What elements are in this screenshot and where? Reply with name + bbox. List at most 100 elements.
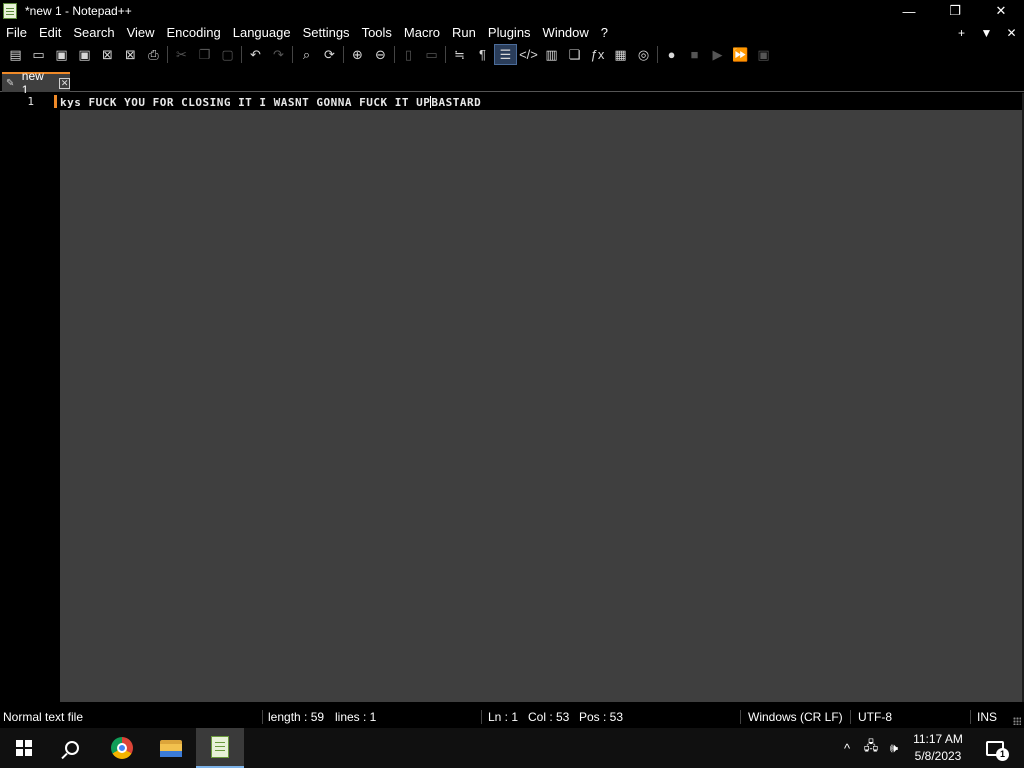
editor-area[interactable]: 1 kys FUCK YOU FOR CLOSING IT I WASNT GO… — [0, 93, 1024, 702]
menu-view[interactable]: View — [121, 22, 161, 43]
menu-edit[interactable]: Edit — [33, 22, 67, 43]
menu-tools[interactable]: Tools — [356, 22, 398, 43]
menu-window[interactable]: Window — [537, 22, 595, 43]
new-tab-icon[interactable]: + — [949, 26, 974, 40]
save-icon[interactable]: ▣ — [50, 44, 73, 65]
restore-button[interactable]: ❐ — [932, 0, 978, 22]
close-window-button[interactable]: ✕ — [978, 0, 1024, 22]
redo-icon[interactable]: ↷ — [267, 44, 290, 65]
taskbar-chrome[interactable] — [98, 728, 146, 768]
cut-icon[interactable]: ✂ — [170, 44, 193, 65]
status-separator — [970, 710, 971, 724]
toolbar-separator — [394, 46, 395, 63]
show-all-chars-icon[interactable]: ¶ — [471, 44, 494, 65]
status-separator — [262, 710, 263, 724]
macro-run-multiple-icon[interactable]: ⏩ — [729, 44, 752, 65]
folder-as-workspace-icon[interactable]: ▦ — [609, 44, 632, 65]
status-encoding[interactable]: UTF-8 — [858, 706, 892, 728]
macro-record-icon[interactable]: ● — [660, 44, 683, 65]
menu-settings[interactable]: Settings — [297, 22, 356, 43]
status-file-type: Normal text file — [3, 710, 84, 724]
replace-icon[interactable]: ⟳ — [318, 44, 341, 65]
tab-new-1[interactable]: ✎ new 1 ✕ — [2, 69, 70, 97]
menu-bar: File Edit Search View Encoding Language … — [0, 22, 1024, 43]
paste-icon[interactable]: ▢ — [216, 44, 239, 65]
taskbar-file-explorer[interactable] — [147, 728, 195, 768]
menu-macro[interactable]: Macro — [398, 22, 446, 43]
tray-chevron-icon[interactable]: ^ — [838, 728, 856, 768]
toolbar-separator — [445, 46, 446, 63]
taskbar: ^ 🖧 🕪 11:17 AM 5/8/2023 1 — [0, 728, 1024, 768]
resize-grip[interactable] — [1013, 717, 1021, 725]
undo-icon[interactable]: ↶ — [244, 44, 267, 65]
text-after-caret: BASTARD — [431, 96, 482, 109]
taskbar-clock[interactable]: 11:17 AM 5/8/2023 — [906, 731, 970, 765]
menu-encoding[interactable]: Encoding — [161, 22, 227, 43]
taskbar-search-button[interactable] — [48, 728, 96, 768]
tab-close-icon[interactable]: ✕ — [59, 77, 70, 89]
macro-stop-icon[interactable]: ■ — [683, 44, 706, 65]
open-file-icon[interactable]: ▭ — [27, 44, 50, 65]
minimize-button[interactable]: — — [886, 0, 932, 22]
word-wrap-icon[interactable]: ≒ — [448, 44, 471, 65]
macro-play-icon[interactable]: ▶ — [706, 44, 729, 65]
sync-vertical-icon[interactable]: ▯ — [397, 44, 420, 65]
sync-horizontal-icon[interactable]: ▭ — [420, 44, 443, 65]
macro-save-icon[interactable]: ▣ — [752, 44, 775, 65]
title-bar[interactable]: *new 1 - Notepad++ — ❐ ✕ — [0, 0, 1024, 22]
notepadpp-icon — [211, 736, 229, 758]
indent-guide-icon[interactable]: ☰ — [494, 44, 517, 65]
save-all-icon[interactable]: ▣ — [73, 44, 96, 65]
line-number-gutter[interactable]: 1 — [0, 93, 54, 702]
toolbar: ▤ ▭ ▣ ▣ ⊠ ⊠ ⎙ ✂ ❐ ▢ ↶ ↷ ⌕ ⟳ ⊕ ⊖ ▯ ▭ ≒ ¶ ☰ </> ▥ ❏ ƒx ▦ ◎ ● ■ ▶ ⏩ ▣ — [0, 43, 1024, 66]
print-icon[interactable]: ⎙ — [142, 44, 165, 65]
function-list-icon[interactable]: ƒx — [586, 44, 609, 65]
text-line-1[interactable]: kys FUCK YOU FOR CLOSING IT I WASNT GONN… — [60, 96, 481, 109]
document-map-icon[interactable]: ▥ — [540, 44, 563, 65]
notepadpp-icon — [3, 3, 17, 19]
toolbar-separator — [657, 46, 658, 63]
change-history-marker — [54, 95, 57, 108]
menu-run[interactable]: Run — [446, 22, 482, 43]
clock-date: 5/8/2023 — [914, 749, 962, 763]
menu-file[interactable]: File — [0, 22, 33, 43]
status-col: Col : 53 — [528, 710, 570, 724]
taskbar-notepadpp[interactable] — [196, 728, 244, 768]
window-controls: — ❐ ✕ — [886, 0, 1024, 22]
toolbar-separator — [167, 46, 168, 63]
language-icon[interactable]: </> — [517, 44, 540, 65]
close-icon[interactable]: ⊠ — [96, 44, 119, 65]
chrome-icon — [111, 737, 133, 759]
fold-margin[interactable] — [54, 93, 60, 702]
notification-center-button[interactable]: 1 — [980, 728, 1010, 768]
file-explorer-icon — [160, 739, 182, 757]
start-button[interactable] — [0, 728, 48, 768]
monitoring-icon[interactable]: ◎ — [632, 44, 655, 65]
close-tab-icon[interactable]: ✕ — [999, 26, 1024, 40]
status-insert-mode[interactable]: INS — [977, 706, 997, 728]
status-length: length : 59 — [268, 710, 325, 724]
toolbar-separator — [241, 46, 242, 63]
find-icon[interactable]: ⌕ — [295, 44, 318, 65]
network-icon[interactable]: 🖧 — [860, 728, 882, 768]
menu-help[interactable]: ? — [595, 22, 614, 43]
tab-bar: ✎ new 1 ✕ — [0, 66, 1024, 97]
zoom-in-icon[interactable]: ⊕ — [346, 44, 369, 65]
zoom-out-icon[interactable]: ⊖ — [369, 44, 392, 65]
status-separator — [850, 710, 851, 724]
status-pos: Pos : 53 — [579, 710, 624, 724]
close-all-icon[interactable]: ⊠ — [119, 44, 142, 65]
document-list-icon[interactable]: ❏ — [563, 44, 586, 65]
status-eol[interactable]: Windows (CR LF) — [748, 706, 843, 728]
tab-list-icon[interactable]: ▼ — [974, 26, 999, 40]
clock-time: 11:17 AM — [913, 732, 963, 746]
line-number: 1 — [27, 95, 34, 108]
notification-icon: 1 — [986, 740, 1009, 761]
copy-icon[interactable]: ❐ — [193, 44, 216, 65]
status-bar: Normal text file length : 59 lines : 1 L… — [0, 706, 1024, 728]
menu-language[interactable]: Language — [227, 22, 297, 43]
menu-plugins[interactable]: Plugins — [482, 22, 537, 43]
menu-search[interactable]: Search — [67, 22, 120, 43]
volume-icon[interactable]: 🕪 — [884, 728, 904, 768]
new-file-icon[interactable]: ▤ — [4, 44, 27, 65]
